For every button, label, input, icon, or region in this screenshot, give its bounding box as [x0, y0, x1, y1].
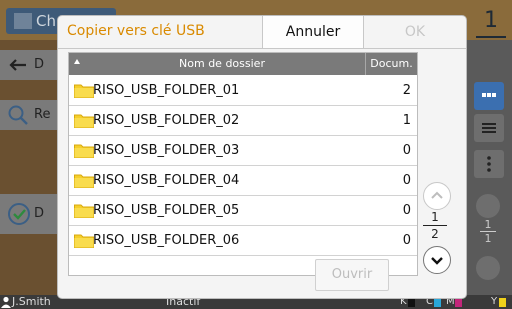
page-indicator: 1 2 — [420, 210, 450, 241]
folder-name: RISO_USB_FOLDER_02 — [93, 113, 240, 128]
background-fraction-numerator: 1 — [484, 218, 492, 231]
background-page-fraction: 1 1 — [480, 218, 496, 245]
back-arrow-icon — [9, 59, 26, 71]
folder-row[interactable]: RISO_USB_FOLDER_02 1 — [69, 106, 417, 136]
cancel-button[interactable]: Annuler — [262, 16, 364, 48]
page-total: 2 — [431, 227, 439, 241]
ink-level-y — [499, 298, 506, 307]
ink-label-y: Y — [491, 296, 498, 307]
background-page-number: 1 — [484, 8, 498, 33]
dialog-title: Copier vers clé USB — [67, 23, 205, 39]
chevron-down-icon — [431, 257, 443, 265]
ink-level-c — [434, 298, 441, 307]
folder-name: RISO_USB_FOLDER_04 — [93, 173, 240, 188]
scroll-down-button[interactable] — [423, 246, 451, 274]
folder-row[interactable]: RISO_USB_FOLDER_03 0 — [69, 136, 417, 166]
folder-row[interactable]: RISO_USB_FOLDER_04 0 — [69, 166, 417, 196]
copy-to-usb-dialog: Copier vers clé USB Annuler OK Nom de do… — [58, 16, 466, 298]
document-count: 0 — [402, 173, 411, 188]
background-row-label: Re — [34, 107, 51, 122]
document-count: 2 — [402, 83, 411, 98]
background-row-label: D — [34, 206, 45, 221]
user-name: J.Smith — [12, 295, 51, 308]
folder-row[interactable]: RISO_USB_FOLDER_06 0 — [69, 226, 417, 256]
scroll-up-button[interactable] — [423, 182, 451, 210]
search-icon — [8, 105, 28, 125]
chevron-up-icon — [431, 191, 443, 199]
folder-row[interactable]: RISO_USB_FOLDER_01 2 — [69, 76, 417, 106]
folder-icon — [74, 114, 94, 128]
ink-level-k — [408, 298, 415, 307]
more-options-button — [474, 150, 504, 178]
folder-icon — [74, 84, 94, 98]
open-button[interactable]: Ouvrir — [315, 259, 389, 291]
background-title-text: Ch — [36, 12, 56, 30]
document-count: 0 — [402, 203, 411, 218]
column-header-folder-name[interactable]: Nom de dossier — [79, 53, 365, 75]
background-app-icon — [14, 13, 32, 29]
background-right-panel: 1 1 — [464, 40, 512, 295]
pager: 1 2 — [418, 52, 466, 274]
background-fraction-denominator: 1 — [484, 232, 492, 245]
folder-icon — [74, 204, 94, 218]
page-current: 1 — [431, 210, 439, 224]
background-row-d1: D — [0, 50, 64, 80]
document-count: 0 — [402, 233, 411, 248]
table-header: Nom de dossier Docum. — [69, 53, 417, 75]
folder-name: RISO_USB_FOLDER_01 — [93, 83, 240, 98]
ink-level-m — [455, 298, 462, 307]
dialog-header: Copier vers clé USB Annuler OK — [58, 16, 466, 49]
folder-row[interactable]: RISO_USB_FOLDER_05 0 — [69, 196, 417, 226]
list-view-icon — [482, 123, 496, 133]
folder-name: RISO_USB_FOLDER_05 — [93, 203, 240, 218]
grid-view-button — [474, 82, 504, 110]
document-count: 0 — [402, 143, 411, 158]
background-row-label: D — [34, 57, 45, 72]
background-row-search: Re — [0, 100, 64, 130]
ok-button[interactable]: OK — [364, 16, 466, 48]
folder-icon — [74, 174, 94, 188]
more-vertical-icon — [487, 156, 491, 172]
page-fraction-bar — [423, 225, 447, 226]
folder-icon — [74, 144, 94, 158]
folder-table: Nom de dossier Docum. RISO_USB_FOLDER_01… — [68, 52, 418, 276]
folder-name: RISO_USB_FOLDER_06 — [93, 233, 240, 248]
background-left-panel: D Re D — [0, 40, 64, 295]
grid-view-icon — [482, 93, 496, 97]
folder-icon — [74, 234, 94, 248]
list-view-button — [474, 114, 504, 142]
folder-name: RISO_USB_FOLDER_03 — [93, 143, 240, 158]
background-row-d2: D — [0, 194, 64, 234]
background-scroll-down-icon — [476, 256, 500, 280]
user-icon — [1, 296, 11, 308]
column-header-document-count[interactable]: Docum. — [366, 53, 417, 75]
document-count: 1 — [402, 113, 411, 128]
background-page-underline — [476, 36, 506, 38]
background-scroll-up-icon — [476, 194, 500, 218]
check-circle-icon — [8, 203, 30, 225]
